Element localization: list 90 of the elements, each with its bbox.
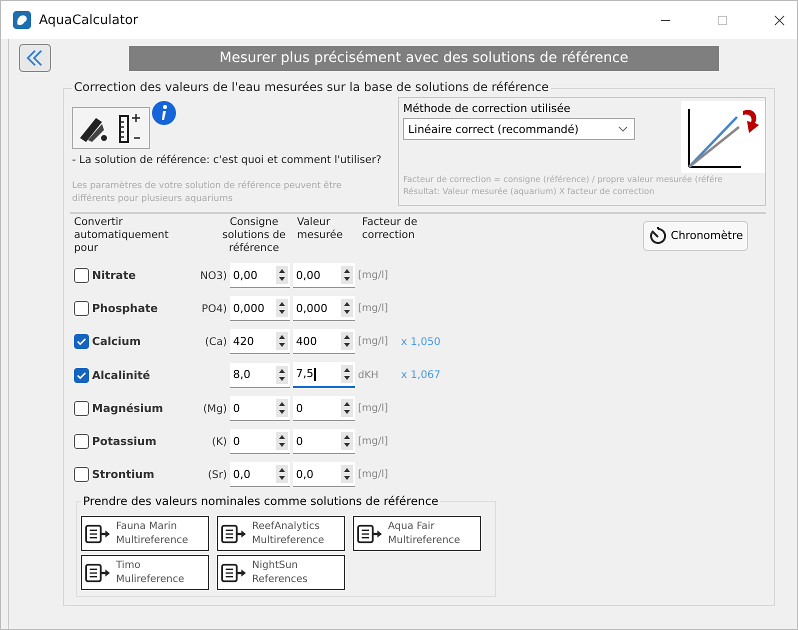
correction-graph-icon — [681, 101, 765, 173]
checkbox[interactable] — [74, 301, 89, 316]
page-header: Mesurer plus précisément avec des solutions de référence — [129, 46, 719, 70]
spinner-arrows-icon[interactable] — [341, 266, 353, 284]
spin-field[interactable]: 0,00 — [230, 263, 290, 288]
window-title: AquaCalculator — [39, 12, 138, 28]
stopwatch-icon — [648, 226, 668, 246]
formula-label: (Ca) — [205, 336, 227, 348]
spinner-arrows-icon[interactable] — [341, 365, 353, 383]
parameter-label: Phosphate — [92, 302, 158, 315]
unit-label: [mg/l] — [358, 469, 388, 480]
method-dropdown[interactable]: Linéaire correct (recommandé) — [403, 118, 636, 140]
spin-field[interactable]: 0 — [293, 396, 355, 421]
spin-field[interactable]: 420 — [230, 329, 290, 354]
unit-label: [mg/l] — [358, 436, 388, 447]
column-header: Convertir automatiquement pour — [74, 216, 170, 255]
formula-label: (Sr) — [208, 468, 227, 480]
parameter-label: Nitrate — [92, 269, 136, 282]
preset-button[interactable]: Timo Mulireference — [81, 555, 209, 590]
spinner-arrows-icon[interactable] — [276, 266, 288, 284]
spinner-arrows-icon[interactable] — [276, 399, 288, 417]
spin-field[interactable]: 0 — [230, 429, 290, 454]
column-header: Valeur mesurée — [296, 216, 344, 242]
stopwatch-button[interactable]: Chronomètre — [642, 220, 748, 250]
group-title: Correction des valeurs de l'eau mesurées sur la base de solutions de référence — [72, 80, 551, 94]
checkbox[interactable] — [74, 268, 89, 283]
spin-field[interactable]: 0 — [293, 429, 355, 454]
spinner-arrows-icon[interactable] — [276, 332, 288, 350]
checkbox[interactable] — [74, 401, 89, 416]
spinner-arrows-icon[interactable] — [341, 332, 353, 350]
formula-text: Facteur de correction = consigne (référence) / propre valeur mesurée (référe — [403, 173, 724, 185]
close-icon[interactable] — [774, 14, 785, 26]
spin-field[interactable]: 0,00 — [293, 263, 355, 288]
factor-value: x 1,050 — [401, 336, 441, 348]
unit-label: dKH — [358, 370, 378, 380]
result-text: Résultat: Valeur mesurée (aquarium) X facteur de correction — [403, 185, 656, 197]
spinner-arrows-icon[interactable] — [341, 465, 353, 483]
app-icon — [13, 11, 31, 29]
checkbox[interactable] — [74, 368, 89, 382]
method-label: Méthode de correction utilisée — [403, 102, 572, 115]
spin-field[interactable]: 8,0 — [230, 362, 290, 388]
unit-label: [mg/l] — [358, 336, 388, 347]
factor-value: x 1,067 — [401, 369, 441, 381]
checkbox[interactable] — [74, 467, 89, 482]
list-arrow-icon — [220, 562, 248, 584]
info-icon[interactable] — [152, 101, 176, 125]
unit-label: [mg/l] — [358, 270, 388, 281]
list-arrow-icon — [220, 522, 248, 544]
spinner-arrows-icon[interactable] — [276, 366, 288, 384]
spin-field[interactable]: 400 — [293, 329, 355, 354]
formula-label: PO4) — [202, 302, 227, 314]
parameter-label: Alcalinité — [92, 368, 150, 382]
list-arrow-icon — [84, 562, 112, 584]
caret-icon — [618, 126, 628, 132]
back-button[interactable] — [19, 44, 51, 72]
formula-label: NO3) — [200, 270, 227, 282]
column-header: Consigne solutions de référence — [221, 216, 287, 255]
formula-label: (Mg) — [203, 402, 227, 414]
checkbox[interactable] — [74, 434, 89, 449]
spinner-arrows-icon[interactable] — [341, 432, 353, 450]
spinner-arrows-icon[interactable] — [276, 465, 288, 483]
formula-label: (K) — [212, 436, 227, 448]
unit-label: [mg/l] — [358, 303, 388, 314]
preset-button[interactable]: NightSun References — [217, 555, 345, 590]
parameter-label: Strontium — [92, 468, 154, 481]
spin-field[interactable]: 7,5 — [293, 362, 355, 388]
spin-field[interactable]: 0,0 — [230, 462, 290, 487]
spinner-arrows-icon[interactable] — [341, 399, 353, 417]
reference-tools-button[interactable] — [72, 107, 150, 149]
preset-button[interactable]: ReefAnalytics Multireference — [217, 516, 345, 551]
spin-field[interactable]: 0 — [230, 396, 290, 421]
preset-button[interactable]: Fauna Marin Multireference — [81, 516, 209, 551]
spin-field[interactable]: 0,0 — [293, 462, 355, 487]
spin-field[interactable]: 0,000 — [293, 296, 355, 321]
note-text: Les paramètres de votre solution de référence peuvent être différents pour plusieurs aquariums — [72, 180, 342, 206]
spinner-arrows-icon[interactable] — [341, 299, 353, 317]
checkbox[interactable] — [74, 334, 89, 349]
column-header: Facteur de correction — [361, 216, 418, 242]
unit-label: [mg/l] — [358, 403, 388, 414]
presets-title: Prendre des valeurs nominales comme solutions de référence — [81, 494, 440, 508]
help-link[interactable]: - La solution de référence: c'est quoi et comment l'utiliser? — [72, 154, 388, 166]
list-arrow-icon — [84, 522, 112, 544]
parameter-label: Magnésium — [92, 402, 164, 415]
spin-field[interactable]: 0,000 — [230, 296, 290, 321]
spinner-arrows-icon[interactable] — [276, 432, 288, 450]
preset-button[interactable]: Aqua Fair Multireference — [353, 516, 481, 551]
parameter-label: Calcium — [92, 335, 141, 348]
spinner-arrows-icon[interactable] — [276, 299, 288, 317]
parameter-label: Potassium — [92, 435, 156, 448]
list-arrow-icon — [356, 522, 384, 544]
